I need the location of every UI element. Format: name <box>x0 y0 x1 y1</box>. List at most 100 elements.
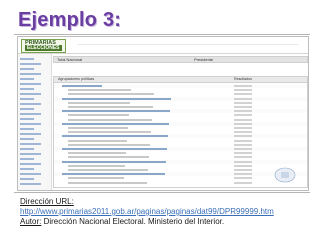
top-divider <box>14 34 310 35</box>
row-value-placeholder <box>234 173 252 176</box>
column-results: Resultados <box>234 77 252 81</box>
sidebar-item-text-placeholder <box>20 158 34 160</box>
sidebar-item[interactable] <box>20 132 50 136</box>
sidebar-item[interactable] <box>20 107 50 111</box>
header-category: Presidente <box>194 57 214 62</box>
sidebar-item[interactable] <box>20 167 50 171</box>
sidebar-item-text-placeholder <box>20 93 41 95</box>
sidebar-item[interactable] <box>20 77 50 81</box>
sidebar-item[interactable] <box>20 182 50 186</box>
sidebar-item-text-placeholder <box>20 173 41 175</box>
row-text-placeholder <box>62 110 170 113</box>
sidebar-item-text-placeholder <box>20 123 41 125</box>
url-link[interactable]: http://www.primarias2011.gob.ar/paginas/… <box>20 207 274 216</box>
sidebar-item-text-placeholder <box>20 68 34 70</box>
sidebar-item[interactable] <box>20 92 50 96</box>
author-text: Dirección Nacional Electoral. Ministerio… <box>41 217 225 226</box>
results-table: Agrupaciones políticas Resultados <box>53 76 308 188</box>
sidebar-item-text-placeholder <box>20 103 41 105</box>
row-value-placeholder <box>234 89 252 92</box>
row-text-placeholder <box>68 127 128 129</box>
row-value-placeholder <box>234 110 252 113</box>
sidebar-item-text-placeholder <box>20 118 34 120</box>
row-text-placeholder <box>62 135 168 138</box>
row-value-placeholder <box>234 122 252 125</box>
results-panel: Total Nacional Presidente Agrupaciones p… <box>53 54 308 190</box>
row-text-placeholder <box>68 118 152 121</box>
row-text-placeholder <box>62 85 102 87</box>
row-text-placeholder <box>68 152 126 155</box>
row-value-placeholder <box>234 164 252 167</box>
row-value-placeholder <box>234 97 252 100</box>
sidebar-item[interactable] <box>20 172 50 176</box>
sidebar-item-text-placeholder <box>20 78 34 80</box>
sidebar-item[interactable] <box>20 97 50 101</box>
logo-line2: ELECCIONES <box>25 45 62 51</box>
row-value-placeholder <box>234 85 252 87</box>
row-text-placeholder <box>68 143 150 146</box>
sidebar-item[interactable] <box>20 127 50 131</box>
sidebar-item-text-placeholder <box>20 163 41 165</box>
sidebar-item[interactable] <box>20 142 50 146</box>
row-value-placeholder <box>234 177 252 180</box>
row-text-placeholder <box>68 114 129 117</box>
sidebar-item[interactable] <box>20 62 50 66</box>
sidebar-item[interactable] <box>20 117 50 121</box>
site-logo[interactable]: PRIMARIAS ELECCIONES <box>21 39 66 53</box>
row-text-placeholder <box>68 181 147 184</box>
author-label: Autor: <box>20 217 42 226</box>
author-line: Autor: Dirección Nacional Electoral. Min… <box>20 217 224 226</box>
sidebar-item-text-placeholder <box>20 88 34 90</box>
row-text-placeholder <box>62 148 167 150</box>
sidebar-item-text-placeholder <box>20 148 34 150</box>
row-value-placeholder <box>234 118 252 121</box>
sidebar-item[interactable] <box>20 152 50 156</box>
sidebar-item-text-placeholder <box>20 73 41 75</box>
table-header: Agrupaciones políticas Resultados <box>54 77 307 83</box>
sidebar-item[interactable] <box>20 82 50 86</box>
results-header: Total Nacional Presidente <box>53 56 308 63</box>
row-text-placeholder <box>68 169 148 171</box>
row-text-placeholder <box>62 160 166 163</box>
sidebar-item[interactable] <box>20 87 50 91</box>
row-value-placeholder <box>234 135 252 138</box>
sidebar-item-text-placeholder <box>20 168 34 170</box>
slide-title: Ejemplo 3: <box>18 9 122 31</box>
sidebar-item-text-placeholder <box>20 58 34 60</box>
sidebar-item-text-placeholder <box>20 178 34 180</box>
sidebar-item[interactable] <box>20 162 50 166</box>
row-text-placeholder <box>68 89 131 92</box>
row-text-placeholder <box>68 106 153 108</box>
row-value-placeholder <box>234 152 252 155</box>
sidebar-item[interactable] <box>20 177 50 181</box>
sidebar-item-text-placeholder <box>20 153 41 155</box>
sidebar-item[interactable] <box>20 67 50 71</box>
row-text-placeholder <box>62 97 171 100</box>
sidebar-item[interactable] <box>20 147 50 151</box>
row-value-placeholder <box>234 93 252 96</box>
sidebar-menu <box>18 54 52 190</box>
sidebar-item-text-placeholder <box>20 108 34 110</box>
sidebar-item[interactable] <box>20 137 50 141</box>
sidebar-item-text-placeholder <box>20 63 41 65</box>
row-text-placeholder <box>68 101 130 104</box>
sidebar-item[interactable] <box>20 57 50 61</box>
banner-divider <box>78 44 298 45</box>
sidebar-item[interactable] <box>20 102 50 106</box>
sidebar-item-text-placeholder <box>20 128 34 130</box>
sidebar-item[interactable] <box>20 112 50 116</box>
sidebar-item-text-placeholder <box>20 143 41 145</box>
row-value-placeholder <box>234 106 252 108</box>
row-value-placeholder <box>234 156 252 159</box>
sidebar-item[interactable] <box>20 72 50 76</box>
sidebar-item[interactable] <box>20 122 50 126</box>
sidebar-item[interactable] <box>20 157 50 161</box>
ministry-emblem-icon <box>274 167 296 183</box>
sidebar-item-text-placeholder <box>20 83 41 85</box>
row-value-placeholder <box>234 131 252 134</box>
row-value-placeholder <box>234 101 252 104</box>
site-banner: PRIMARIAS ELECCIONES <box>18 37 308 54</box>
row-value-placeholder <box>234 148 252 150</box>
table-row <box>54 181 307 185</box>
row-value-placeholder <box>234 127 252 129</box>
